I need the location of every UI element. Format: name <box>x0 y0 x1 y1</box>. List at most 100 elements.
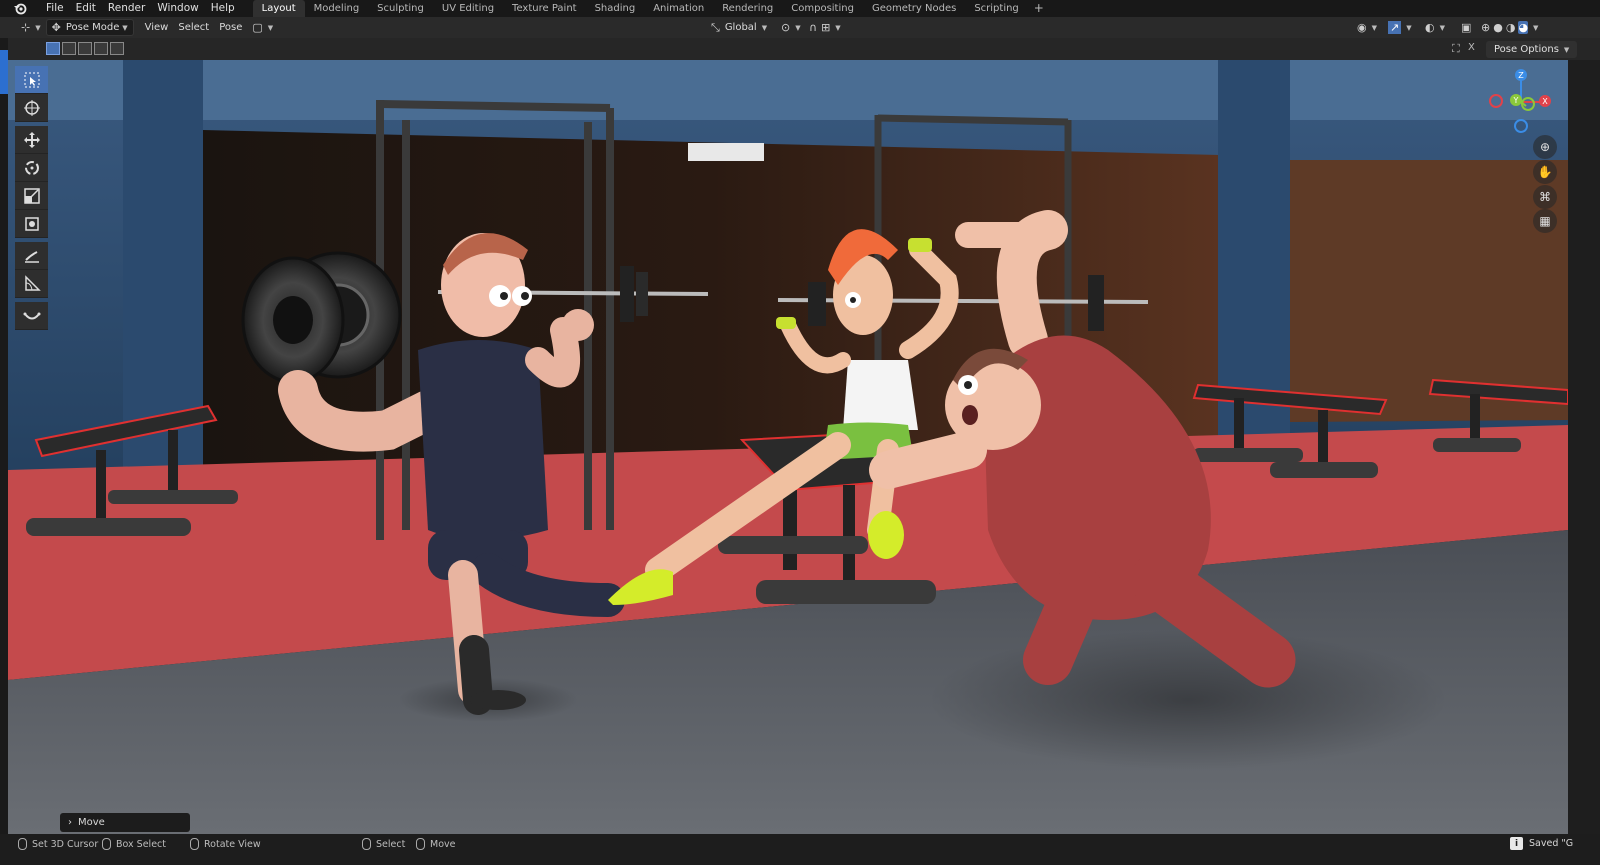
rendered-shading-icon: ◕ <box>1518 21 1529 34</box>
transform-orientation-dropdown[interactable]: ⤡ Global ▼ <box>706 19 772 36</box>
editor-type-icon: ⊹ <box>21 21 31 34</box>
barbell-plate <box>636 272 648 316</box>
mouse-icon <box>102 838 111 850</box>
pose-brush-tool[interactable] <box>15 302 48 330</box>
tab-layout[interactable]: Layout <box>252 0 305 17</box>
3d-cursor-icon <box>23 99 40 116</box>
chevron-down-icon: ▼ <box>1406 23 1412 32</box>
close-icon[interactable]: X <box>1468 42 1475 53</box>
select-menu[interactable]: Select <box>173 19 214 36</box>
top-menu-bar: File Edit Render Window Help Layout Mode… <box>0 0 1600 17</box>
character-shadow <box>928 630 1448 770</box>
menu-edit[interactable]: Edit <box>70 0 102 17</box>
tab-shading[interactable]: Shading <box>586 0 645 17</box>
tab-geometry-nodes[interactable]: Geometry Nodes <box>863 0 965 17</box>
menu-file[interactable]: File <box>40 0 70 17</box>
status-box-select: Box Select <box>102 838 166 850</box>
barbell-plate <box>620 266 634 322</box>
menu-window[interactable]: Window <box>151 0 204 17</box>
rotate-tool[interactable] <box>15 154 48 182</box>
status-label: Set 3D Cursor <box>32 838 99 850</box>
info-icon: i <box>1510 837 1523 850</box>
menu-render[interactable]: Render <box>102 0 151 17</box>
pose-options-toggle[interactable]: ▢ ▼ <box>247 19 278 36</box>
select-intersect-icon[interactable] <box>110 42 124 55</box>
tab-animation[interactable]: Animation <box>644 0 713 17</box>
ruler-icon <box>24 274 41 291</box>
shading-modes[interactable]: ⊕ ● ◑ ◕ ▼ <box>1476 19 1543 36</box>
tab-texture-paint[interactable]: Texture Paint <box>503 0 586 17</box>
zoom-icon[interactable]: ⊕ <box>1533 135 1557 159</box>
wireframe-shading-icon: ⊕ <box>1481 21 1491 34</box>
side-window <box>1290 160 1568 422</box>
last-operator-panel[interactable]: › Move <box>60 813 190 832</box>
right-pillar <box>1218 60 1290 480</box>
move-tool[interactable] <box>15 126 48 154</box>
select-extend-icon[interactable] <box>62 42 76 55</box>
tab-modeling[interactable]: Modeling <box>305 0 369 17</box>
cursor-tool[interactable] <box>15 94 48 122</box>
select-difference-icon[interactable] <box>94 42 108 55</box>
left-pillar <box>123 60 203 510</box>
status-set-cursor: Set 3D Cursor <box>18 838 98 850</box>
tab-uv-editing[interactable]: UV Editing <box>433 0 503 17</box>
status-label: Box Select <box>116 838 166 850</box>
status-move: Move <box>416 838 455 850</box>
mouse-icon <box>18 838 27 850</box>
mode-dropdown[interactable]: ✥ Pose Mode ▼ <box>45 19 134 36</box>
overlay-icon: ◐ <box>1425 21 1435 34</box>
scale-tool[interactable] <box>15 182 48 210</box>
camera-view-icon[interactable]: ⌘ <box>1533 185 1557 209</box>
pivot-point-dropdown[interactable]: ⊙ ▼ <box>776 19 806 36</box>
status-bar: Set 3D Cursor Box Select Rotate View Sel… <box>0 834 1600 865</box>
pose-menu[interactable]: Pose <box>214 19 247 36</box>
neg-z-axis-handle[interactable] <box>1514 119 1528 133</box>
armature-icon: ▢ <box>252 21 263 34</box>
overlay-toggle[interactable]: ◐ ▼ <box>1420 19 1450 36</box>
chevron-down-icon: ▼ <box>122 23 128 32</box>
xray-toggle[interactable]: ▣ <box>1456 19 1476 36</box>
measure-tool[interactable] <box>15 270 48 298</box>
neg-x-axis-handle[interactable] <box>1489 94 1503 108</box>
chevron-down-icon: ▼ <box>267 23 274 32</box>
navigation-gizmo[interactable]: Z X Y <box>1486 66 1554 134</box>
workspace-tabs: Layout Modeling Sculpting UV Editing Tex… <box>252 0 1050 17</box>
magnet-icon: ∩ <box>809 21 818 34</box>
mouse-icon <box>190 838 199 850</box>
gizmo-icon: ↗ <box>1388 21 1402 34</box>
orientation-label: Global <box>724 22 757 33</box>
x-axis-label: X <box>1542 97 1548 106</box>
right-edge-strip <box>1568 60 1600 834</box>
gizmo-toggle[interactable]: ↗ ▼ <box>1383 19 1417 36</box>
view-menu[interactable]: View <box>140 19 174 36</box>
camera-lock-icon[interactable]: ⛶ <box>1452 42 1460 56</box>
editor-type-button[interactable]: ⊹ ▼ <box>16 19 46 36</box>
pan-hand-icon[interactable]: ✋ <box>1533 160 1557 184</box>
add-workspace-button[interactable]: + <box>1028 0 1050 17</box>
pose-mode-icon: ✥ <box>51 21 61 34</box>
select-box-tool[interactable] <box>15 66 48 94</box>
pose-options-dropdown[interactable]: Pose Options ▼ <box>1486 41 1578 58</box>
chevron-down-icon: ▼ <box>1563 45 1570 54</box>
snap-toggle[interactable]: ∩ ⊞ ▼ <box>804 19 846 36</box>
viewport-header: ⊹ ▼ ✥ Pose Mode ▼ View Select Pose ▢ ▼ ⤡ G… <box>0 17 1600 38</box>
tab-scripting[interactable]: Scripting <box>965 0 1027 17</box>
barbell-plate <box>1088 275 1104 331</box>
visibility-dropdown[interactable]: ◉ ▼ <box>1352 19 1382 36</box>
blender-logo-icon[interactable] <box>0 0 40 17</box>
ceiling <box>8 60 1568 120</box>
grid-perspective-icon[interactable]: ▦ <box>1533 209 1557 233</box>
last-operator-label: Move <box>78 817 105 828</box>
status-label: Move <box>430 838 456 850</box>
mouse-icon <box>416 838 425 850</box>
3d-viewport[interactable] <box>8 60 1568 834</box>
select-subtract-icon[interactable] <box>78 42 92 55</box>
tab-rendering[interactable]: Rendering <box>713 0 782 17</box>
tab-sculpting[interactable]: Sculpting <box>368 0 433 17</box>
select-new-icon[interactable] <box>46 42 60 55</box>
transform-tool[interactable] <box>15 210 48 238</box>
tab-compositing[interactable]: Compositing <box>782 0 863 17</box>
mouse-icon <box>362 838 371 850</box>
annotate-tool[interactable] <box>15 242 48 270</box>
menu-help[interactable]: Help <box>205 0 241 17</box>
